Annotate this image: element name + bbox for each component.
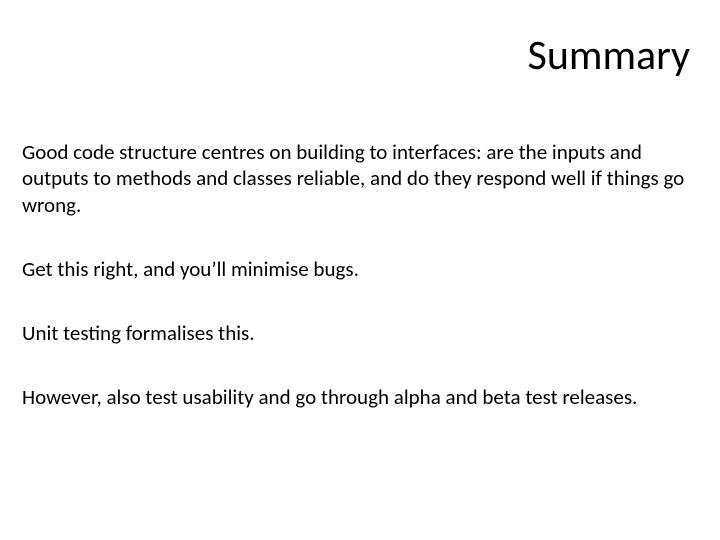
paragraph: Unit testing formalises this. <box>22 320 692 346</box>
paragraph: However, also test usability and go thro… <box>22 384 692 410</box>
paragraph: Get this right, and you’ll minimise bugs… <box>22 256 692 282</box>
slide-title: Summary <box>22 30 692 81</box>
slide-body: Good code structure centres on building … <box>22 139 692 411</box>
slide-container: Summary Good code structure centres on b… <box>0 0 720 540</box>
paragraph: Good code structure centres on building … <box>22 139 692 218</box>
